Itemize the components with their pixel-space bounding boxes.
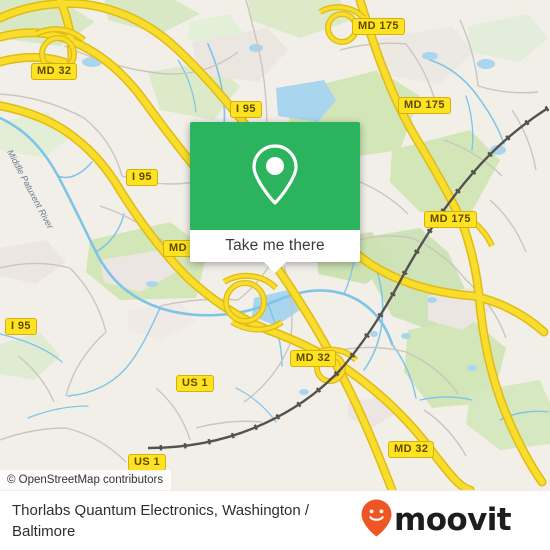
take-me-there-label: Take me there (225, 237, 325, 254)
road-shield: MD 175 (424, 211, 477, 228)
popup-action-bar[interactable]: Take me there (190, 230, 360, 262)
road-shield: US 1 (128, 454, 167, 471)
location-popup-card[interactable]: Take me there (190, 122, 360, 262)
osm-attribution[interactable]: © OpenStreetMap contributors (0, 470, 172, 490)
place-title: Thorlabs Quantum Electronics, Washington… (12, 501, 310, 540)
moovit-wordmark: moovit (394, 502, 512, 538)
road-shield: MD (163, 240, 193, 257)
moovit-logo[interactable]: moovit (360, 498, 525, 543)
road-shield: I 95 (230, 101, 262, 118)
road-shield: MD 175 (352, 18, 405, 35)
road-shield: MD 32 (388, 441, 435, 458)
map-pin-icon (247, 141, 303, 212)
road-shield: US 1 (176, 375, 215, 392)
road-shield: I 95 (5, 318, 37, 335)
popup-tail-pointer (264, 262, 286, 273)
popup-icon-panel (190, 122, 360, 230)
footer-bar: Thorlabs Quantum Electronics, Washington… (0, 490, 550, 550)
road-shield: MD 175 (398, 97, 451, 114)
road-shield: I 95 (126, 169, 158, 186)
moovit-smiley-pin-icon (360, 498, 393, 543)
road-shield: MD 32 (290, 350, 337, 367)
road-shield: MD 32 (31, 63, 78, 80)
map-canvas[interactable]: MD 32 MD 175 I 95 MD 175 I 95 MD 175 MD … (0, 0, 550, 490)
